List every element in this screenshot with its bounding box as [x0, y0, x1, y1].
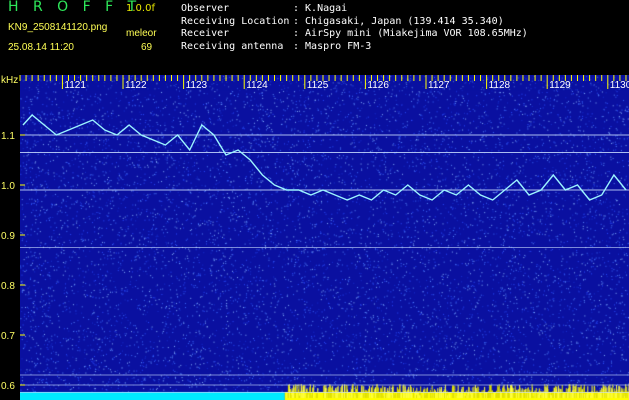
- freq-tick-label: 0.8: [1, 281, 15, 292]
- time-tick-label: 1127: [428, 80, 450, 91]
- info-row-observer: Observer : K.Nagai: [181, 3, 528, 16]
- spectrogram-panel: 1121 1122 1123 1124 1125 1126 1127 1128 1129 1130…: [0, 75, 629, 400]
- info-value: : Maspro FM-3: [293, 40, 372, 52]
- time-tick-label: 1126: [367, 80, 389, 91]
- time-tick-label: 1122: [125, 80, 147, 91]
- info-row-receiver: Receiver : AirSpy mini (Miakejima VOR 108…: [181, 28, 528, 41]
- time-tick-label: 1124: [246, 80, 268, 91]
- freq-tick-label: 1.0: [1, 181, 15, 192]
- capture-timestamp: 25.08.14 11:20: [8, 42, 74, 53]
- time-tick-label: 1125: [307, 80, 329, 91]
- freq-tick-label: 1.1: [1, 131, 15, 142]
- app-version: 1.0.0f: [126, 3, 155, 14]
- meteor-echo-trace: [22, 114, 627, 201]
- time-tick-label: 1123: [186, 80, 208, 91]
- spectrogram-axes: 1121 1122 1123 1124 1125 1126 1127 1128 1129 1130…: [1, 75, 629, 393]
- info-key: Receiving Location: [181, 15, 290, 27]
- y-axis-unit-label: kHz: [1, 75, 18, 86]
- station-info: Observer : K.Nagai Receiving Location: Ch…: [181, 3, 528, 53]
- time-tick-label: 1121: [64, 80, 86, 91]
- mode-label: meleor: [126, 28, 157, 39]
- info-key: Observer: [181, 3, 230, 14]
- info-key: Receiver: [181, 28, 230, 39]
- app-title: H R O F F T: [8, 0, 142, 15]
- time-tick-label: 1130: [610, 80, 629, 91]
- freq-tick-label: 0.9: [1, 231, 15, 242]
- info-row-location: Receiving Location: Chigasaki, Japan (13…: [181, 16, 528, 29]
- info-value: : Chigasaki, Japan (139.414 35.340): [293, 15, 504, 27]
- time-tick-label: 1128: [489, 80, 511, 91]
- mode-value: 69: [141, 42, 153, 53]
- info-row-antenna: Receiving antenna : Maspro FM-3: [181, 41, 528, 54]
- freq-tick-label: 0.7: [1, 331, 15, 342]
- freq-tick-label: 0.6: [1, 381, 15, 392]
- time-tick-label: 1129: [549, 80, 571, 91]
- header-panel: H R O F F T 1.0.0f KN9_2508141120.png 25…: [0, 0, 629, 75]
- image-filename: KN9_2508141120.png: [8, 22, 108, 33]
- info-key: Receiving antenna: [181, 40, 284, 52]
- info-value: : K.Nagai: [293, 3, 348, 14]
- info-value: : AirSpy mini (Miakejima VOR 108.65MHz): [293, 28, 528, 39]
